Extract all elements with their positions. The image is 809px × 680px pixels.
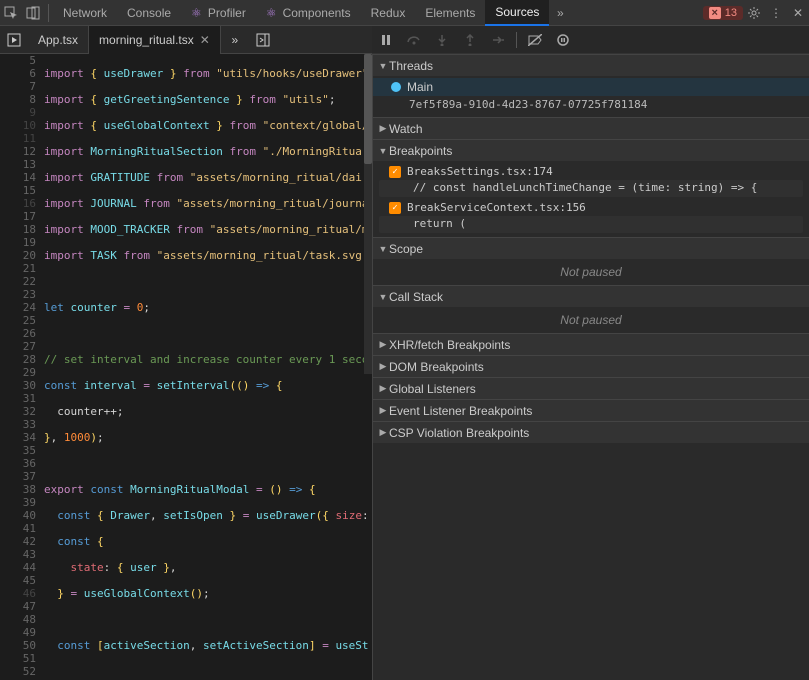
editor-scrollbar[interactable] <box>364 54 372 374</box>
pause-icon[interactable] <box>376 30 396 50</box>
tab-sources[interactable]: Sources <box>485 0 549 26</box>
section-xhr[interactable]: ▶XHR/fetch Breakpoints <box>373 333 809 355</box>
callstack-notpaused: Not paused <box>373 307 809 333</box>
gear-icon[interactable] <box>743 6 765 20</box>
filetab-app[interactable]: App.tsx <box>28 26 89 54</box>
devtools-tabbar: Network Console ⚛Profiler ⚛Components Re… <box>0 0 809 26</box>
step-over-icon[interactable] <box>404 30 424 50</box>
pause-exceptions-icon[interactable] <box>553 30 573 50</box>
section-global[interactable]: ▶Global Listeners <box>373 377 809 399</box>
thread-active-icon <box>391 82 401 92</box>
inspect-icon[interactable] <box>0 6 22 20</box>
breakpoint-item[interactable]: ✓BreakServiceContext.tsx:156 <box>373 199 809 216</box>
line-gutter: 5678910111213141516171819202122232425262… <box>0 54 44 680</box>
section-breakpoints[interactable]: ▼Breakpoints <box>373 139 809 161</box>
section-scope[interactable]: ▼Scope <box>373 237 809 259</box>
section-callstack[interactable]: ▼Call Stack <box>373 285 809 307</box>
section-watch[interactable]: ▶Watch <box>373 117 809 139</box>
breakpoint-item[interactable]: ✓BreaksSettings.tsx:174 <box>373 163 809 180</box>
deactivate-bp-icon[interactable] <box>525 30 545 50</box>
tab-components[interactable]: ⚛Components <box>256 0 361 26</box>
section-threads[interactable]: ▼Threads <box>373 54 809 76</box>
section-dom[interactable]: ▶DOM Breakpoints <box>373 355 809 377</box>
kebab-icon[interactable]: ⋮ <box>765 6 787 20</box>
breakpoint-code: return ( <box>379 216 803 233</box>
step-into-icon[interactable] <box>432 30 452 50</box>
more-files-icon[interactable]: » <box>221 33 249 47</box>
error-count-badge[interactable]: ×13 <box>703 6 743 20</box>
section-csp[interactable]: ▶CSP Violation Breakpoints <box>373 421 809 443</box>
close-icon[interactable]: ✕ <box>787 6 809 20</box>
step-icon[interactable] <box>488 30 508 50</box>
thread-main[interactable]: Main <box>373 78 809 96</box>
debugger-toolbar <box>372 26 809 54</box>
breakpoint-code: // const handleLunchTimeChange = (time: … <box>379 180 803 197</box>
thread-worker[interactable]: 7ef5f89a-910d-4d23-8767-07725f781184 <box>373 96 809 115</box>
checkbox-icon[interactable]: ✓ <box>389 166 401 178</box>
scope-notpaused: Not paused <box>373 259 809 285</box>
tab-console[interactable]: Console <box>117 0 181 26</box>
tab-elements[interactable]: Elements <box>415 0 485 26</box>
show-navigator-icon[interactable] <box>249 33 277 47</box>
code-content: import { useDrawer } from "utils/hooks/u… <box>44 54 372 680</box>
tab-redux[interactable]: Redux <box>361 0 416 26</box>
device-icon[interactable] <box>22 6 44 20</box>
checkbox-icon[interactable]: ✓ <box>389 202 401 214</box>
tab-profiler[interactable]: ⚛Profiler <box>181 0 256 26</box>
close-icon[interactable]: ✕ <box>200 33 210 47</box>
tab-network[interactable]: Network <box>53 0 117 26</box>
debugger-sidebar: ▼Threads Main 7ef5f89a-910d-4d23-8767-07… <box>372 54 809 680</box>
code-editor[interactable]: 5678910111213141516171819202122232425262… <box>0 54 372 680</box>
filetab-morning-ritual[interactable]: morning_ritual.tsx✕ <box>89 26 221 54</box>
section-event[interactable]: ▶Event Listener Breakpoints <box>373 399 809 421</box>
run-snippet-icon[interactable] <box>0 33 28 47</box>
more-tabs-icon[interactable]: » <box>549 6 571 20</box>
step-out-icon[interactable] <box>460 30 480 50</box>
